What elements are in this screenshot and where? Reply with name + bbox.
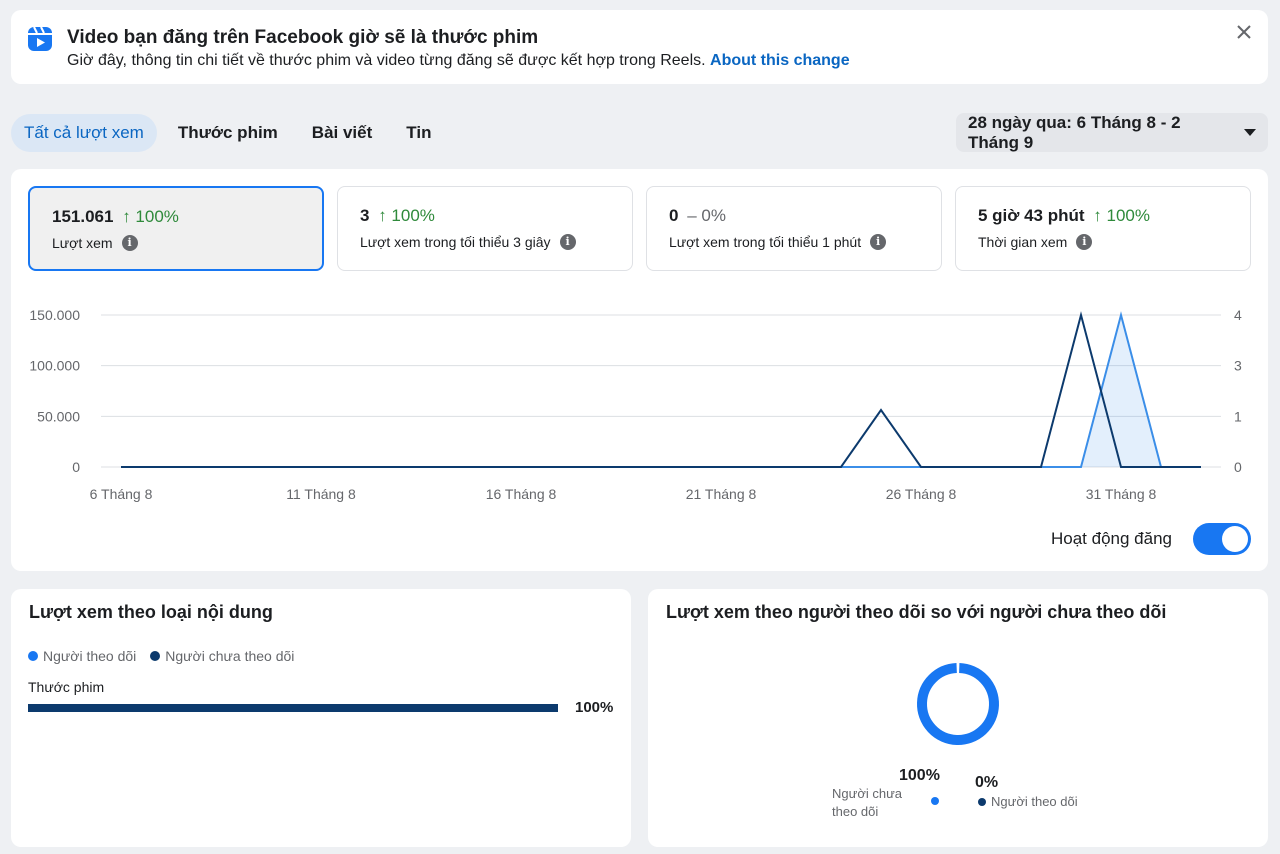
x-tick-label: 21 Tháng 8 xyxy=(686,486,757,502)
metric-delta: ↑ 100% xyxy=(122,207,179,226)
metric-value-row: 5 giờ 43 phút ↑ 100% xyxy=(978,206,1150,226)
y-left-tick-label: 150.000 xyxy=(29,307,80,323)
x-tick-label: 16 Tháng 8 xyxy=(486,486,557,502)
series-line xyxy=(121,311,1201,468)
non-followers-label-line1: Người chưa xyxy=(832,786,903,801)
info-icon[interactable]: i xyxy=(559,234,576,250)
metric-label-row: Lượt xem trong tối thiểu 3 giây i xyxy=(360,234,576,250)
y-left-tick-label: 0 xyxy=(72,459,80,475)
metric-label-row: Thời gian xem i xyxy=(978,234,1093,250)
date-range-selector[interactable]: 28 ngày qua: 6 Tháng 8 - 2 Tháng 9 xyxy=(956,113,1268,152)
metric-value: 3 xyxy=(360,206,370,225)
bar-percent: 100% xyxy=(575,699,614,716)
views-line-chart: 0 50.000 100.000 150.000 0 1 3 4 6 Tháng 8 11 Thá… xyxy=(29,307,1242,502)
views-overview-card: 151.061 ↑ 100% Lượt xem i 3 ↑ 100% Lượt … xyxy=(11,169,1268,571)
x-tick-label: 26 Tháng 8 xyxy=(886,486,957,502)
post-activity-toggle[interactable] xyxy=(1193,523,1251,555)
followers-percent: 0% xyxy=(975,774,999,791)
y-right-tick-label: 0 xyxy=(1234,459,1242,475)
followers-donut-chart xyxy=(917,663,999,745)
tab-reels[interactable]: Thước phim xyxy=(165,114,291,152)
bar-track xyxy=(28,704,558,712)
legend-dot xyxy=(150,651,161,661)
non-followers-label: Người chưa theo dõi xyxy=(832,785,902,821)
view-tabs: Tất cả lượt xem Thước phim Bài viết Tin xyxy=(11,113,452,153)
non-followers-label-line2: theo dõi xyxy=(832,804,879,819)
legend-item-non-followers: Người chưa theo dõi xyxy=(150,648,294,664)
metric-views[interactable]: 151.061 ↑ 100% Lượt xem i xyxy=(28,186,324,271)
y-left-tick-label: 50.000 xyxy=(37,408,80,424)
tab-stories[interactable]: Tin xyxy=(393,114,444,152)
donut-slice-non-followers xyxy=(917,663,999,745)
caret-down-icon xyxy=(1244,129,1256,136)
followers-label: Người theo dõi xyxy=(991,794,1078,809)
toggle-label: Hoạt động đăng xyxy=(1051,529,1172,548)
card-title: Lượt xem theo người theo dõi so với ngườ… xyxy=(666,602,1167,622)
x-tick-label: 6 Tháng 8 xyxy=(90,486,153,502)
close-icon[interactable] xyxy=(1232,20,1256,44)
tab-all-views[interactable]: Tất cả lượt xem xyxy=(11,114,157,152)
metric-label: Thời gian xem xyxy=(978,234,1068,250)
y-right-tick-label: 4 xyxy=(1234,307,1242,323)
metric-value-row: 151.061 ↑ 100% xyxy=(52,207,179,227)
metric-value: 0 xyxy=(669,206,679,225)
metric-label-row: Lượt xem i xyxy=(52,235,138,251)
banner-description-text: Giờ đây, thông tin chi tiết về thước phi… xyxy=(67,52,706,69)
reels-change-banner: Video bạn đăng trên Facebook giờ sẽ là t… xyxy=(11,10,1268,84)
metric-value-row: 3 ↑ 100% xyxy=(360,206,435,226)
metric-views-3s[interactable]: 3 ↑ 100% Lượt xem trong tối thiểu 3 giây… xyxy=(337,186,633,271)
bar-fill-reels xyxy=(28,704,558,712)
followers-dot xyxy=(978,798,986,806)
metric-value: 151.061 xyxy=(52,207,114,226)
metric-delta: ↑ 100% xyxy=(378,206,435,225)
legend-item-followers: Người theo dõi xyxy=(28,648,136,664)
y-right-tick-label: 1 xyxy=(1234,408,1242,424)
post-activity-toggle-row: Hoạt động đăng xyxy=(1051,523,1251,555)
metric-value-row: 0 – 0% xyxy=(669,206,726,226)
info-icon[interactable]: i xyxy=(121,235,138,251)
metric-views-1min[interactable]: 0 – 0% Lượt xem trong tối thiểu 1 phút i xyxy=(646,186,942,271)
metric-label: Lượt xem trong tối thiểu 3 giây xyxy=(360,234,551,250)
metric-label: Lượt xem xyxy=(52,235,113,251)
metric-value: 5 giờ 43 phút xyxy=(978,206,1085,225)
about-this-change-link[interactable]: About this change xyxy=(710,52,850,69)
legend-label: Người chưa theo dõi xyxy=(165,648,295,664)
legend-label: Người theo dõi xyxy=(43,648,137,664)
info-icon[interactable]: i xyxy=(1076,234,1093,250)
views-by-content-type-card: Lượt xem theo loại nội dung Người theo d… xyxy=(11,589,631,847)
legend: Người theo dõi Người chưa theo dõi xyxy=(28,648,308,664)
metric-label: Lượt xem trong tối thiểu 1 phút xyxy=(669,234,862,250)
toggle-knob xyxy=(1222,526,1248,552)
banner-description: Giờ đây, thông tin chi tiết về thước phi… xyxy=(67,52,850,70)
metric-label-row: Lượt xem trong tối thiểu 1 phút i xyxy=(669,234,887,250)
tab-posts[interactable]: Bài viết xyxy=(299,114,385,152)
non-followers-percent: 100% xyxy=(899,767,940,784)
reels-icon xyxy=(28,26,52,51)
metric-delta: – 0% xyxy=(687,206,726,225)
series-line xyxy=(121,311,1201,468)
card-title: Lượt xem theo loại nội dung xyxy=(29,602,273,622)
info-icon[interactable]: i xyxy=(870,234,887,250)
date-range-label: 28 ngày qua: 6 Tháng 8 - 2 Tháng 9 xyxy=(968,112,1181,152)
non-followers-dot xyxy=(931,797,939,805)
series-area xyxy=(121,315,1201,467)
bar-label-reels: Thước phim xyxy=(28,679,105,695)
metric-watch-time[interactable]: 5 giờ 43 phút ↑ 100% Thời gian xem i xyxy=(955,186,1251,271)
x-tick-label: 31 Tháng 8 xyxy=(1086,486,1157,502)
banner-title: Video bạn đăng trên Facebook giờ sẽ là t… xyxy=(67,27,539,48)
metric-delta: ↑ 100% xyxy=(1093,206,1150,225)
views-by-followers-card: Lượt xem theo người theo dõi so với ngườ… xyxy=(648,589,1268,847)
x-tick-label: 11 Tháng 8 xyxy=(286,486,356,502)
y-left-tick-label: 100.000 xyxy=(29,358,80,374)
y-right-tick-label: 3 xyxy=(1234,358,1242,374)
legend-dot xyxy=(28,651,38,661)
